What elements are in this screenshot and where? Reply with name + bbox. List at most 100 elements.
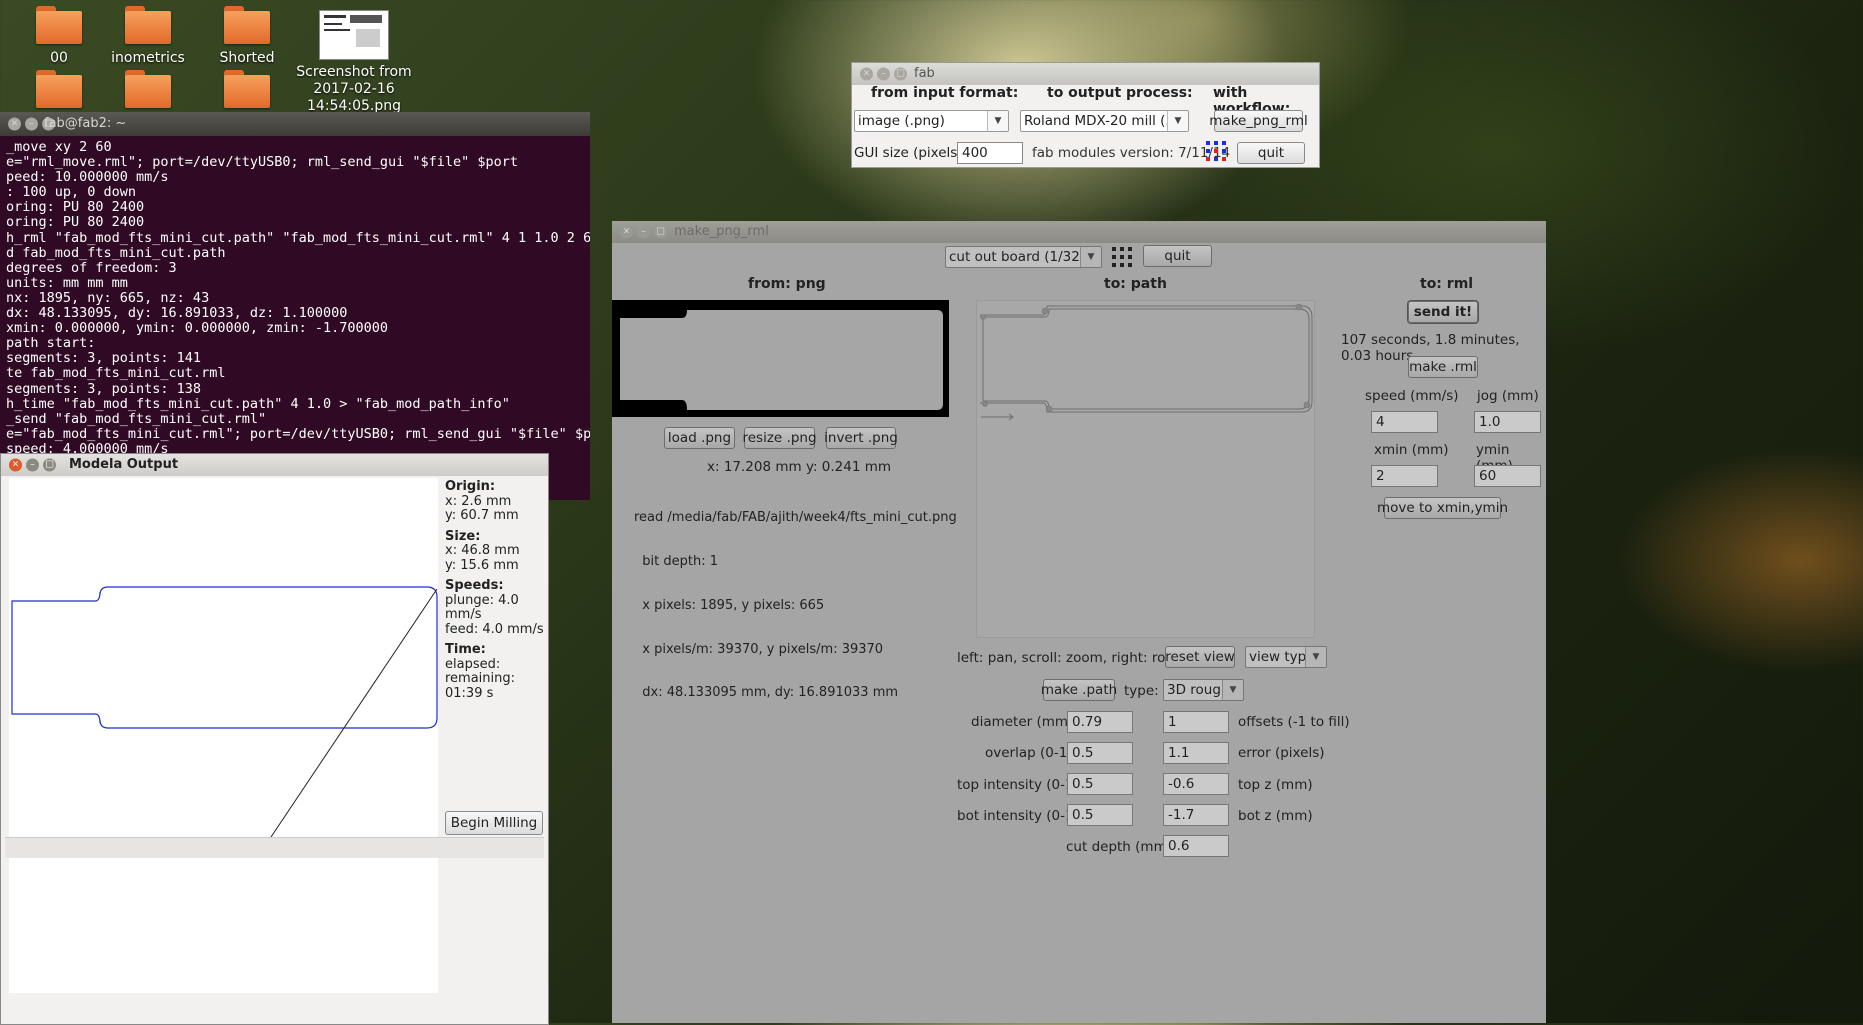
diameter-input[interactable]: 0.79 [1067, 711, 1133, 733]
top-intensity-label: top intensity (0-1) [957, 777, 1079, 793]
workflow-button[interactable]: make_png_rml [1209, 110, 1308, 132]
make-png-rml-window[interactable]: × – □ make_png_rml cut out board (1/32) … [612, 221, 1546, 1023]
resize-png-button[interactable]: resize .png [743, 427, 817, 449]
desktop-folder-00[interactable]: 00 [9, 6, 109, 67]
error-input[interactable]: 1.1 [1163, 742, 1229, 764]
top-z-input[interactable]: -0.6 [1163, 773, 1229, 795]
desktop-folder[interactable] [9, 70, 109, 114]
desktop-folder[interactable] [197, 70, 297, 114]
modela-output-window[interactable]: × – □ Modela Output Origin: x: 2.6 mm y:… [0, 453, 549, 1025]
size-x: x: 46.8 mm [445, 543, 520, 558]
invert-png-button[interactable]: invert .png [824, 427, 898, 449]
minimize-icon[interactable]: – [26, 458, 39, 472]
minimize-icon[interactable]: – [25, 117, 38, 131]
toolpath-preview [980, 303, 1313, 421]
speeds-heading: Speeds: [445, 578, 504, 593]
minimize-icon[interactable]: – [877, 67, 890, 81]
diameter-label: diameter (mm) [971, 714, 1074, 730]
output-process-select[interactable]: Roland MDX-20 mill (.rml) ▼ [1020, 110, 1189, 132]
folder-icon [125, 70, 171, 108]
input-format-label: from input format: [871, 85, 1019, 101]
milling-info: Origin: x: 2.6 mm y: 60.7 mm Size: x: 46… [445, 479, 548, 701]
view-type-select[interactable]: view type ▼ [1245, 646, 1327, 668]
ymin-input[interactable]: 60 [1474, 465, 1541, 487]
terminal-output[interactable]: _move xy 2 60 e="rml_move.rml"; port=/de… [0, 136, 590, 500]
image-file-icon [319, 10, 389, 60]
chevron-down-icon: ▼ [1222, 680, 1243, 700]
terminal-titlebar[interactable]: × – □ fab@fab2: ~ [0, 112, 590, 136]
send-it-button[interactable]: send it! [1408, 301, 1478, 323]
desktop-screenshot-file[interactable]: Screenshot from 2017-02-16 14:54:05.png [294, 10, 414, 115]
make-rml-button[interactable]: make .rml [1408, 356, 1478, 378]
chevron-down-icon: ▼ [1305, 647, 1326, 667]
terminal-window[interactable]: × – □ fab@fab2: ~ _move xy 2 60 e="rml_m… [0, 112, 590, 500]
reset-view-button[interactable]: reset view [1165, 646, 1235, 668]
file-info-line: dx: 48.133095 mm, dy: 16.891033 mm [634, 685, 899, 701]
chevron-down-icon: ▼ [987, 111, 1008, 131]
fab-window[interactable]: × – □ fab from input format: to output p… [851, 62, 1320, 168]
size-heading: Size: [445, 528, 481, 544]
desktop-icon-label: Shorted [219, 50, 275, 66]
make-png-rml-titlebar[interactable]: × – □ make_png_rml [612, 221, 1546, 243]
minimize-icon[interactable]: – [637, 225, 650, 239]
preset-select[interactable]: cut out board (1/32) ▼ [945, 246, 1102, 268]
png-board-shape [620, 310, 943, 410]
cursor-coordinates: x: 17.208 mm y: 0.241 mm [707, 459, 892, 475]
overlap-input[interactable]: 0.5 [1067, 742, 1133, 764]
overlap-label: overlap (0-1) [985, 745, 1073, 761]
origin-heading: Origin: [445, 479, 496, 494]
move-to-xmin-ymin-button[interactable]: move to xmin,ymin [1377, 497, 1508, 519]
terminal-title: fab@fab2: ~ [44, 116, 127, 131]
remaining-time: remaining: 01:39 s [445, 671, 516, 701]
from-png-heading: from: png [748, 276, 826, 292]
fab-quit-button[interactable]: quit [1237, 142, 1305, 164]
make-png-rml-quit-button[interactable]: quit [1143, 245, 1212, 267]
file-info-line: x pixels: 1895, y pixels: 665 [634, 597, 825, 613]
close-icon[interactable]: × [860, 67, 873, 81]
modela-title: Modela Output [69, 457, 179, 472]
gui-size-input[interactable]: 400 [957, 142, 1023, 164]
maximize-icon[interactable]: □ [43, 458, 56, 472]
view-hint: left: pan, scroll: zoom, right: rotate [957, 650, 1193, 666]
desktop-icon-label: 00 [50, 50, 68, 66]
png-preview[interactable] [612, 300, 949, 417]
close-icon[interactable]: × [620, 225, 633, 239]
desktop-icon-label: inometrics [111, 50, 185, 66]
to-path-heading: to: path [1104, 276, 1167, 292]
xmin-label: xmin (mm) [1374, 442, 1449, 458]
modela-titlebar[interactable]: × – □ Modela Output [1, 454, 548, 476]
jog-input[interactable]: 1.0 [1474, 411, 1541, 433]
origin-x: x: 2.6 mm [445, 493, 512, 509]
cut-depth-input[interactable]: 0.6 [1163, 835, 1229, 857]
path-type-select[interactable]: 3D rough ▼ [1163, 679, 1244, 701]
bot-intensity-input[interactable]: 0.5 [1067, 804, 1133, 826]
maximize-icon[interactable]: □ [654, 225, 667, 239]
path-preview[interactable] [976, 300, 1315, 638]
bot-z-label: bot z (mm) [1238, 808, 1313, 824]
input-format-select[interactable]: image (.png) ▼ [854, 110, 1009, 132]
make-png-rml-title: make_png_rml [674, 224, 769, 239]
folder-icon [224, 6, 270, 44]
speed-label: speed (mm/s) [1365, 388, 1459, 404]
milling-canvas[interactable] [9, 478, 438, 993]
chevron-down-icon: ▼ [1080, 247, 1101, 267]
fab-titlebar[interactable]: × – □ fab [852, 63, 1319, 85]
speed-input[interactable]: 4 [1371, 411, 1438, 433]
maximize-icon[interactable]: □ [894, 67, 907, 81]
desktop-folder-shorted[interactable]: Shorted [197, 6, 297, 67]
close-icon[interactable]: × [9, 458, 22, 472]
path-type-value: 3D rough [1167, 682, 1230, 698]
desktop-folder-inometrics[interactable]: inometrics [98, 6, 198, 67]
chevron-down-icon: ▼ [1167, 111, 1188, 131]
bot-z-input[interactable]: -1.7 [1163, 804, 1229, 826]
desktop-folder[interactable] [98, 70, 198, 114]
offsets-input[interactable]: 1 [1163, 711, 1229, 733]
folder-icon [224, 70, 270, 108]
load-png-button[interactable]: load .png [664, 427, 735, 449]
cut-depth-label: cut depth (mm) [1066, 839, 1172, 855]
begin-milling-button[interactable]: Begin Milling [445, 811, 543, 835]
xmin-input[interactable]: 2 [1371, 465, 1438, 487]
close-icon[interactable]: × [8, 117, 21, 131]
make-path-button[interactable]: make .path [1041, 679, 1117, 701]
top-intensity-input[interactable]: 0.5 [1067, 773, 1133, 795]
